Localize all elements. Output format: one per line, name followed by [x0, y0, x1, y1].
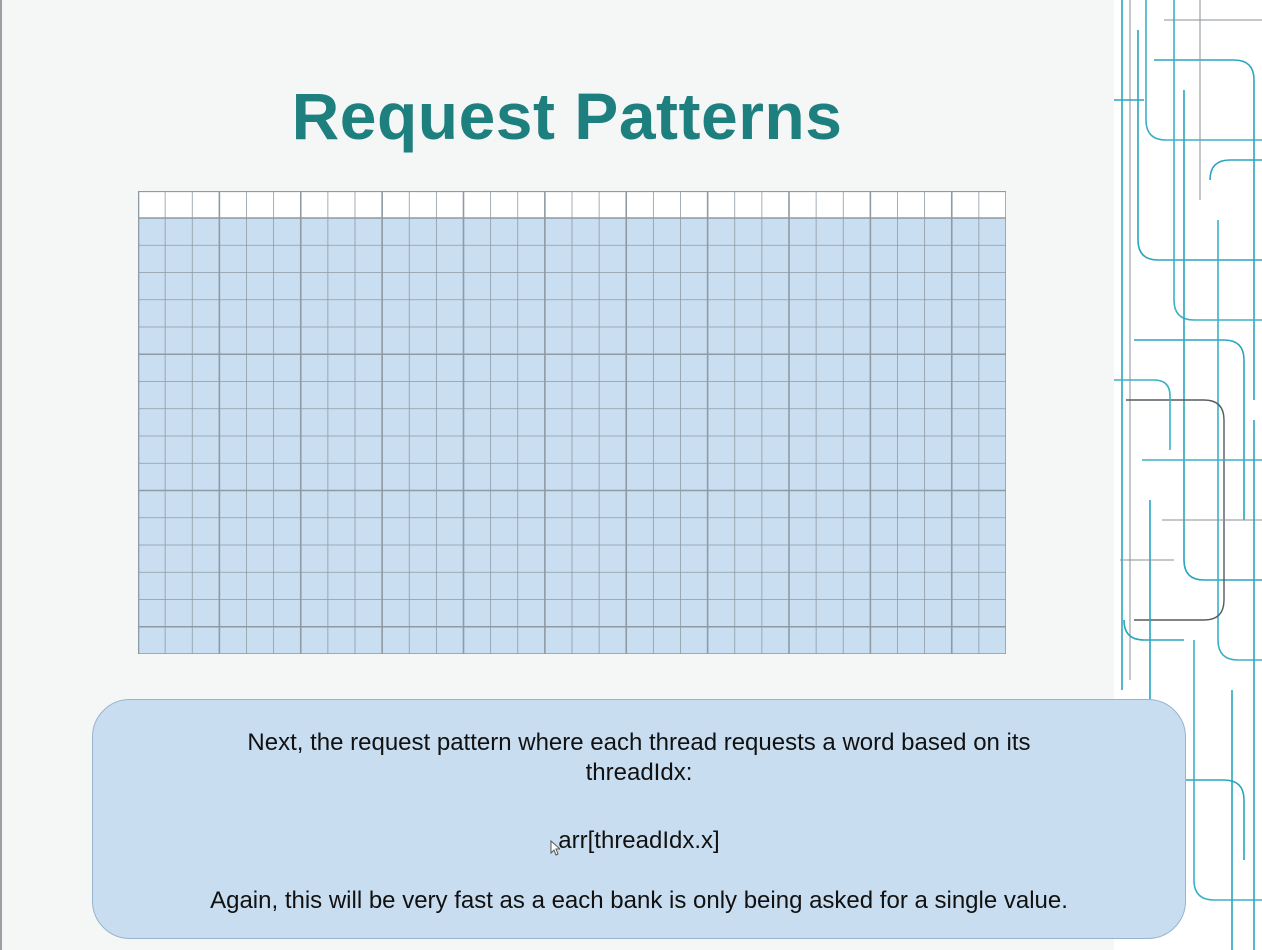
callout-line-conclusion: Again, this will be very fast as a each … [210, 887, 1068, 914]
slide-title: Request Patterns [291, 79, 843, 153]
bank-grid-svg [138, 191, 1006, 654]
callout-line-intro: Next, the request pattern where each thr… [247, 729, 1031, 786]
callout-code: arr[threadIdx.x] [558, 827, 720, 854]
explanation-callout: Next, the request pattern where each thr… [92, 699, 1186, 939]
mouse-cursor-icon [550, 840, 560, 856]
slide: Request Patterns Next, the request patte… [0, 0, 1262, 950]
bank-grid [138, 191, 1006, 654]
